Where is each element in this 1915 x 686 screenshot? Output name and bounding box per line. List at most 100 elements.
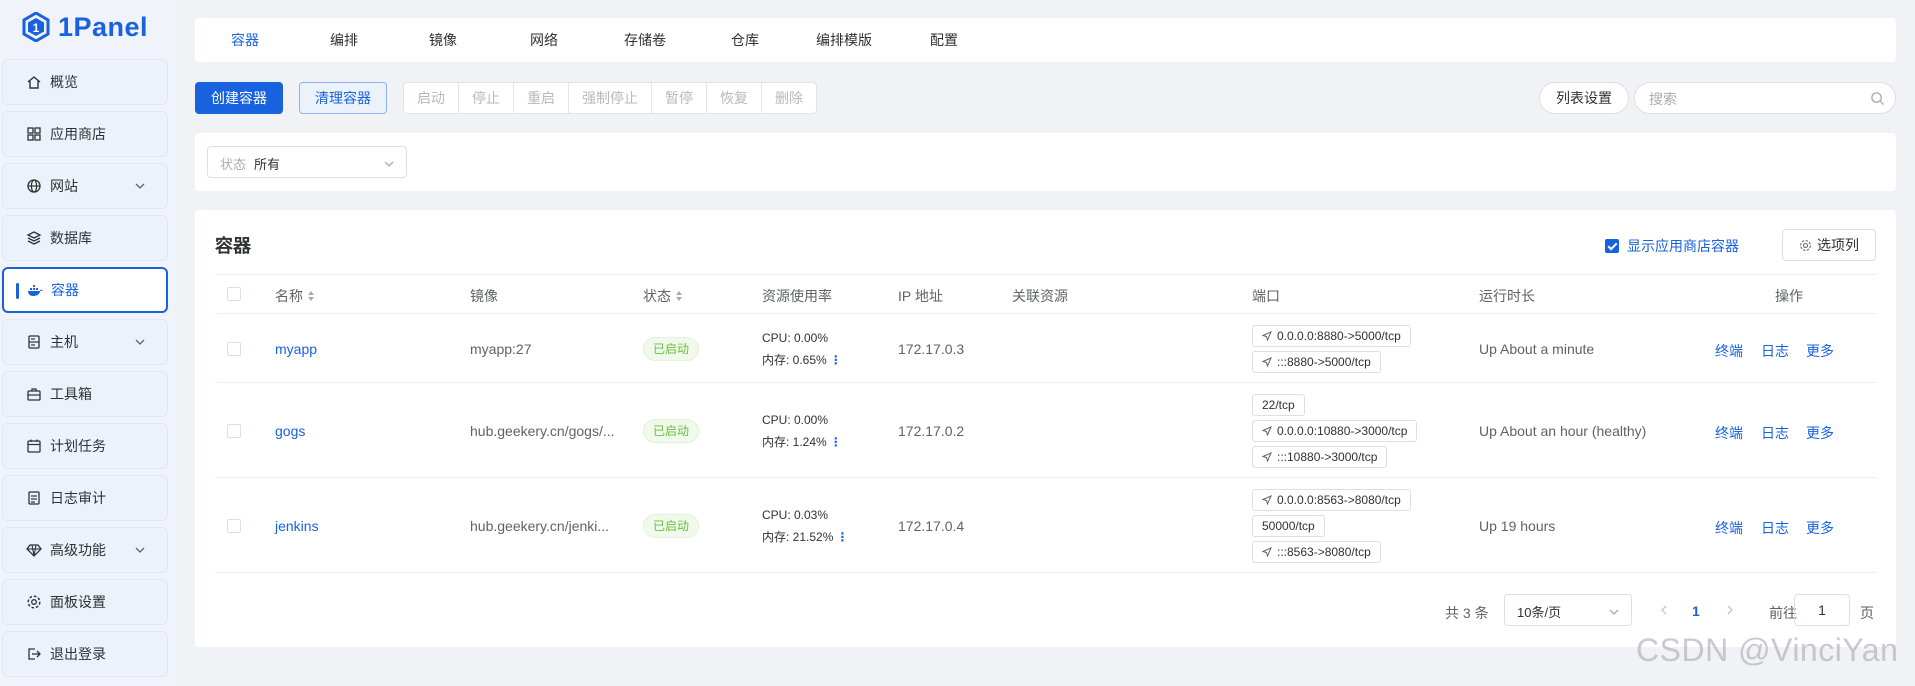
watermark: CSDN @VinciYan [1636,632,1899,668]
more-button[interactable]: 更多 [1806,341,1834,361]
more-button[interactable]: 更多 [1806,518,1834,538]
sidebar-item-10[interactable]: 高级功能 [2,527,168,573]
batch-action-button-3[interactable]: 重启 [514,83,569,113]
more-button[interactable]: 更多 [1806,423,1834,443]
tab-6[interactable]: 仓库 [731,18,759,62]
sidebar-item-8[interactable]: 计划任务 [2,423,168,469]
sidebar-item-3[interactable]: 网站 [2,163,168,209]
batch-action-button-7[interactable]: 删除 [762,83,816,113]
sort-icon [676,291,682,301]
search-icon[interactable] [1870,91,1885,106]
batch-action-button-2[interactable]: 停止 [459,83,514,113]
list-settings-button[interactable]: 列表设置 [1539,82,1629,114]
port-text: :::10880->3000/tcp [1277,449,1378,464]
container-image: myapp:27 [470,340,532,357]
batch-action-button-6[interactable]: 恢复 [707,83,762,113]
page-size-value: 10条/页 [1517,605,1562,620]
tab-3[interactable]: 镜像 [429,18,457,62]
terminal-button[interactable]: 终端 [1715,341,1743,361]
logs-button[interactable]: 日志 [1761,341,1789,361]
batch-action-button-1[interactable]: 启动 [404,83,459,113]
th-ports: 端口 [1252,288,1280,304]
next-page-icon[interactable] [1724,604,1736,616]
goto-page-input[interactable]: 1 [1794,594,1850,626]
chevron-down-icon [135,547,145,553]
grid-icon [25,125,43,143]
gear-icon [1800,239,1811,251]
sidebar-item-6[interactable]: 主机 [2,319,168,365]
sidebar-item-11[interactable]: 面板设置 [2,579,168,625]
tab-8[interactable]: 配置 [930,18,958,62]
terminal-button[interactable]: 终端 [1715,423,1743,443]
select-all-checkbox[interactable] [227,287,241,301]
home-icon [25,73,43,91]
status-filter-prefix: 状态 [220,157,247,172]
container-name-link[interactable]: jenkins [275,518,319,534]
sidebar-item-1[interactable]: 概览 [2,59,168,105]
uptime: Up 19 hours [1479,517,1556,534]
1panel-logo-icon: 1 [22,12,50,42]
tab-1[interactable]: 容器 [231,18,259,62]
terminal-button[interactable]: 终端 [1715,518,1743,538]
create-container-button[interactable]: 创建容器 [195,82,283,114]
th-image: 镜像 [470,288,498,304]
sidebar-item-label: 工具箱 [50,386,92,402]
more-vertical-icon[interactable]: ⋮ [830,435,842,449]
more-vertical-icon[interactable]: ⋮ [836,530,848,544]
select-all-checkbox-wrap [227,287,241,304]
th-name[interactable]: 名称 [275,286,315,306]
row-checkbox[interactable] [227,518,241,533]
port-mapping[interactable]: 0.0.0.0:10880->3000/tcp [1252,419,1418,442]
logs-button[interactable]: 日志 [1761,518,1789,538]
port-mapping[interactable]: 22/tcp [1252,393,1305,416]
port-mapping[interactable]: 0.0.0.0:8563->8080/tcp [1252,488,1411,511]
port-mapping[interactable]: 50000/tcp [1252,514,1325,537]
show-app-containers-toggle[interactable]: 显示应用商店容器 [1605,236,1739,256]
tab-5[interactable]: 存储卷 [624,18,666,62]
row-checkbox[interactable] [227,341,241,356]
chevron-down-icon [135,339,145,345]
logs-button[interactable]: 日志 [1761,423,1789,443]
page-number-current[interactable]: 1 [1692,603,1700,619]
port-text: 0.0.0.0:10880->3000/tcp [1277,423,1408,438]
logo[interactable]: 1 1Panel [22,8,148,46]
container-name-link[interactable]: myapp [275,341,317,357]
port-mapping[interactable]: :::8880->5000/tcp [1252,350,1381,373]
row-checkbox[interactable] [227,423,241,438]
th-ip: IP 地址 [898,288,943,304]
sidebar-item-5[interactable]: 容器 [2,267,168,313]
tab-4[interactable]: 网络 [530,18,558,62]
status-badge: 已启动 [643,418,700,443]
column-options-label: 选项列 [1817,237,1859,253]
sidebar-item-7[interactable]: 工具箱 [2,371,168,417]
port-mapping[interactable]: :::8563->8080/tcp [1252,540,1381,563]
sidebar-item-9[interactable]: 日志审计 [2,475,168,521]
tab-7[interactable]: 编排模版 [816,18,872,62]
tab-2[interactable]: 编排 [330,18,358,62]
column-options-button[interactable]: 选项列 [1782,229,1876,261]
show-app-containers-checkbox[interactable] [1605,239,1619,253]
sidebar-item-2[interactable]: 应用商店 [2,111,168,157]
share-arrow-icon [1262,546,1272,557]
port-mapping[interactable]: 0.0.0.0:8880->5000/tcp [1252,324,1411,347]
page-size-select[interactable]: 10条/页 [1504,594,1632,626]
share-arrow-icon [1262,330,1272,341]
container-name-link[interactable]: gogs [275,423,305,439]
status-filter-select[interactable]: 状态 所有 [207,146,407,178]
table-row: gogs hub.geekery.cn/gogs/... 已启动 CPU: 0.00%… [215,383,1876,478]
prune-containers-button[interactable]: 清理容器 [299,82,387,114]
more-vertical-icon[interactable]: ⋮ [830,353,842,367]
prev-page-icon[interactable] [1658,604,1670,616]
status-badge: 已启动 [643,513,700,538]
sidebar-item-12[interactable]: 退出登录 [2,631,168,677]
sidebar-item-4[interactable]: 数据库 [2,215,168,261]
th-state[interactable]: 状态 [643,286,683,306]
port-text: :::8563->8080/tcp [1277,544,1371,559]
layers-icon [25,229,43,247]
th-related: 关联资源 [1012,288,1068,304]
batch-action-button-5[interactable]: 暂停 [652,83,707,113]
port-mapping[interactable]: :::10880->3000/tcp [1252,445,1388,468]
status-filter-value: 所有 [254,157,281,172]
batch-action-button-4[interactable]: 强制停止 [569,83,652,113]
search-input[interactable] [1649,89,1849,109]
